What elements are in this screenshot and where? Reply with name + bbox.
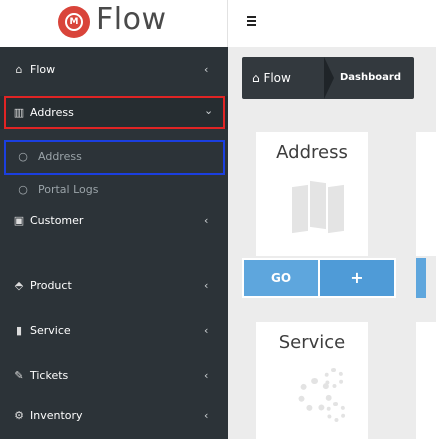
cogs-icon: ⚙ (14, 409, 24, 422)
action-row: GO + (242, 258, 396, 298)
sidebar-item-label: Portal Logs (38, 183, 99, 196)
side-card (416, 132, 436, 256)
sidebar-item-service[interactable]: ▮ Service ‹ (0, 312, 228, 352)
sidebar-item-product[interactable]: ⬘ Product ‹ (0, 267, 228, 307)
circle-icon: ○ (18, 183, 28, 196)
id-card-icon: ▣ (13, 214, 25, 227)
hamburger-icon[interactable] (247, 16, 256, 26)
sidebar-item-label: Inventory (30, 409, 83, 422)
sidebar-item-label: Flow (30, 63, 56, 76)
top-navbar (228, 0, 436, 47)
logo-text[interactable]: Flow (96, 2, 166, 37)
sidebar-item-label: Service (30, 324, 71, 337)
home-icon: ⌂ (252, 71, 264, 85)
ticket-icon: ✎ (14, 369, 24, 382)
chevron-left-icon: ‹ (204, 409, 209, 422)
logo-mark: M (65, 13, 83, 31)
service-card[interactable]: Service (256, 322, 368, 439)
highlight-box-red (4, 96, 225, 129)
chevron-left-icon: ‹ (204, 324, 209, 337)
address-card[interactable]: Address (256, 132, 368, 256)
side-button[interactable] (416, 258, 426, 298)
logo-icon[interactable]: M (58, 6, 90, 38)
chevron-left-icon: ‹ (204, 214, 209, 227)
breadcrumb-home[interactable]: ⌂ Flow (252, 71, 291, 85)
card-title: Service (278, 332, 346, 353)
add-button[interactable]: + (320, 260, 394, 296)
go-button[interactable]: GO (244, 260, 318, 296)
map-icon (292, 180, 346, 236)
side-card (416, 322, 436, 439)
sidebar-item-customer[interactable]: ▣ Customer ‹ (0, 202, 228, 242)
highlight-box-blue (4, 140, 225, 175)
sidebar: ⌂ Flow ‹ ▥ Address ⌄ ○ Address ○ Portal … (0, 47, 228, 439)
chevron-left-icon: ‹ (204, 63, 209, 76)
box-icon: ⬘ (14, 279, 24, 292)
bar-chart-icon: ▮ (15, 324, 23, 337)
sidebar-item-label: Customer (30, 214, 84, 227)
breadcrumb-separator (324, 57, 334, 99)
breadcrumb-home-label: Flow (263, 71, 291, 85)
sidebar-item-tickets[interactable]: ✎ Tickets ‹ (0, 357, 228, 397)
home-icon: ⌂ (15, 63, 23, 76)
logo-bar: M Flow (0, 0, 228, 47)
sidebar-item-label: Product (30, 279, 72, 292)
breadcrumb: ⌂ Flow Dashboard (242, 57, 414, 99)
breadcrumb-current: Dashboard (340, 72, 401, 83)
chevron-left-icon: ‹ (204, 279, 209, 292)
card-title: Address (276, 142, 348, 163)
sidebar-item-flow[interactable]: ⌂ Flow ‹ (0, 51, 228, 91)
chevron-left-icon: ‹ (204, 369, 209, 382)
sidebar-item-label: Tickets (30, 369, 69, 382)
sidebar-item-inventory[interactable]: ⚙ Inventory ‹ (0, 397, 228, 437)
